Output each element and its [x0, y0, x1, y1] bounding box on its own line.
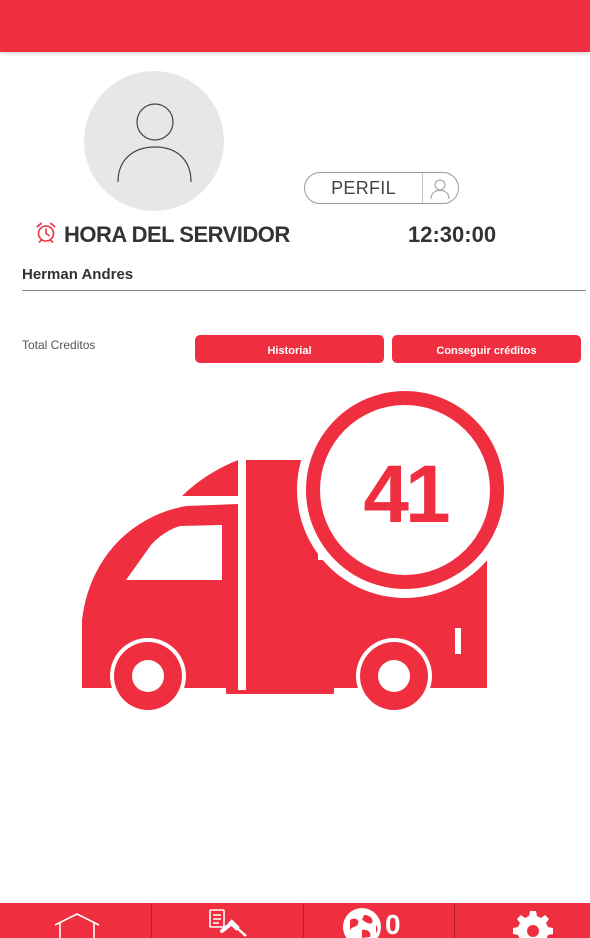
delivery-truck-icon: 41	[82, 382, 513, 714]
historial-button[interactable]: Historial	[195, 335, 384, 363]
home-icon	[54, 913, 100, 938]
top-app-bar	[0, 0, 590, 52]
auction-list-icon	[209, 909, 247, 937]
server-time-label: HORA DEL SERVIDOR	[64, 222, 290, 247]
user-divider	[22, 290, 586, 291]
perfil-divider	[422, 173, 423, 203]
user-outline-icon	[430, 179, 450, 200]
user-silhouette-icon	[117, 103, 192, 183]
server-time-value: 12:30:00	[408, 222, 497, 247]
nav-settings[interactable]	[455, 903, 590, 938]
nav-world-count: 0	[385, 909, 401, 938]
credits-count: 41	[363, 449, 449, 540]
total-credits-label: Total Creditos	[22, 338, 96, 352]
gear-icon	[513, 911, 553, 938]
user-name: Herman Andres	[22, 266, 134, 283]
perfil-button-label: PERFIL	[331, 178, 396, 198]
globe-icon	[343, 908, 381, 938]
nav-world[interactable]	[304, 903, 455, 938]
alarm-clock-icon	[36, 222, 56, 243]
bottom-navigation: 0	[0, 903, 590, 938]
avatar[interactable]	[84, 71, 224, 211]
nav-auctions[interactable]	[152, 903, 303, 938]
get-credits-button[interactable]: Conseguir créditos	[392, 335, 581, 363]
nav-home[interactable]	[0, 903, 151, 938]
perfil-button[interactable]: PERFIL	[304, 172, 459, 204]
